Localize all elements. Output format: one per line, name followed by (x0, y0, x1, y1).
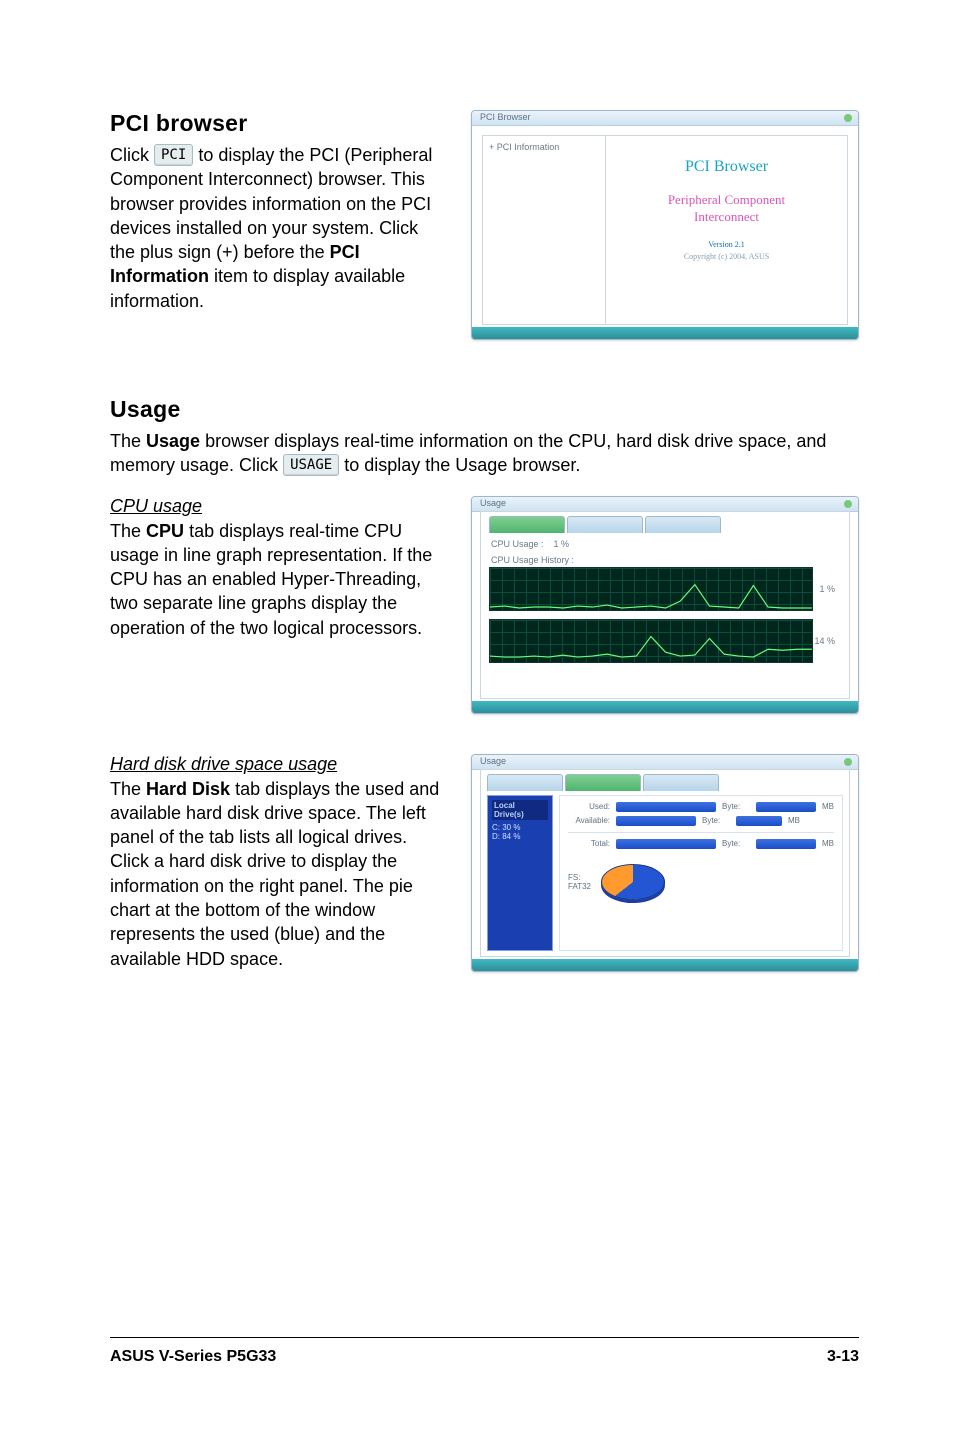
pci-browser-heading: PCI browser (110, 110, 441, 137)
tab-cpu (487, 774, 563, 791)
total-label: Total: (568, 839, 610, 848)
hdd-usage-subheading: Hard disk drive space usage (110, 754, 441, 775)
pie-chart-icon (601, 864, 665, 900)
text: tab displays the used and available hard… (110, 779, 439, 969)
cpu0-line (490, 584, 812, 607)
tab-memory (645, 516, 721, 533)
tab-hdd (565, 774, 641, 791)
window-footer (472, 327, 858, 339)
cpu0-readout: 1 % (819, 584, 835, 594)
tab-row (489, 516, 841, 533)
text: The (110, 431, 146, 451)
close-icon (844, 758, 852, 766)
text: The (110, 521, 146, 541)
footer-right: 3-13 (827, 1348, 859, 1366)
mb-label: MB (822, 802, 834, 811)
window-title: Usage (480, 498, 506, 508)
drive-list: Local Drive(s) C: 30 % D: 84 % (487, 795, 553, 951)
mb-label: MB (788, 816, 800, 825)
text: Interconnect (694, 209, 759, 224)
usage-heading: Usage (110, 396, 859, 423)
tab-memory (643, 774, 719, 791)
total-value-bar (756, 839, 816, 849)
used-value-bar (756, 802, 816, 812)
copyright-label: Copyright (c) 2004, ASUS (684, 252, 769, 261)
pci-browser-screenshot: PCI Browser + PCI Information PCI Browse… (471, 110, 859, 340)
cpu-usage-screenshot: Usage CPU Usage : 1 % CPU Usage History … (471, 496, 859, 714)
cpu-usage-label: CPU Usage : (491, 539, 544, 549)
byte-label: Byte: (702, 816, 730, 825)
hard-disk-bold: Hard Disk (146, 779, 230, 799)
drive-item: D: 84 % (492, 832, 548, 841)
close-icon (844, 114, 852, 122)
page-footer: ASUS V-Series P5G33 3-13 (110, 1337, 859, 1366)
used-bar (616, 802, 716, 812)
byte-label: Byte: (722, 839, 750, 848)
drive-item: C: 30 % (492, 823, 548, 832)
total-bar (616, 839, 716, 849)
cpu-bold: CPU (146, 521, 184, 541)
drive-list-header: Local Drive(s) (492, 800, 548, 820)
text: Click (110, 145, 154, 165)
footer-left: ASUS V-Series P5G33 (110, 1348, 276, 1366)
drive-details: Used: Byte: MB Available: Byte: MB (559, 795, 843, 951)
available-bar (616, 816, 696, 826)
available-label: Available: (568, 816, 610, 825)
panel-subtitle: Peripheral Component Interconnect (668, 192, 785, 226)
window-footer (472, 959, 858, 971)
hdd-usage-screenshot: Usage Local Drive(s) C: 30 % D: 84 % (471, 754, 859, 972)
cpu-graph-0: 1 % (489, 567, 813, 611)
window-titlebar: PCI Browser (472, 111, 858, 126)
cpu-usage-value: 1 % (554, 539, 570, 549)
close-icon (844, 500, 852, 508)
usage-intro: The Usage browser displays real-time inf… (110, 429, 859, 478)
byte-label: Byte: (722, 802, 750, 811)
used-label: Used: (568, 802, 610, 811)
pci-info-panel: PCI Browser Peripheral Component Interco… (606, 136, 847, 324)
cpu-usage-body: The CPU tab displays real-time CPU usage… (110, 519, 441, 640)
tab-cpu (489, 516, 565, 533)
tree-item: + PCI Information (489, 142, 599, 152)
window-footer (472, 701, 858, 713)
available-value-bar (736, 816, 782, 826)
window-title: Usage (480, 756, 506, 766)
cpu1-line (490, 636, 812, 656)
tab-hdd (567, 516, 643, 533)
pci-browser-body: Click PCI to display the PCI (Peripheral… (110, 143, 441, 313)
cpu-history-label: CPU Usage History : (491, 555, 841, 565)
version-label: Version 2.1 (708, 240, 744, 249)
window-titlebar: Usage (472, 497, 858, 512)
text: to display the Usage browser. (344, 455, 580, 475)
fs-value: FAT32 (568, 882, 591, 891)
text: The (110, 779, 146, 799)
usage-button-icon: USAGE (283, 454, 339, 476)
tab-row (487, 774, 843, 791)
text: Peripheral Component (668, 192, 785, 207)
pci-tree-panel: + PCI Information (483, 136, 606, 324)
mb-label: MB (822, 839, 834, 848)
cpu1-readout: 14 % (814, 636, 835, 646)
usage-bold: Usage (146, 431, 200, 451)
panel-title: PCI Browser (685, 158, 768, 176)
cpu-usage-subheading: CPU usage (110, 496, 441, 517)
pci-button-icon: PCI (154, 144, 193, 166)
window-titlebar: Usage (472, 755, 858, 770)
hdd-usage-body: The Hard Disk tab displays the used and … (110, 777, 441, 971)
fs-label: FS: (568, 873, 591, 882)
window-title: PCI Browser (480, 112, 531, 122)
cpu-graph-1: 14 % (489, 619, 813, 663)
